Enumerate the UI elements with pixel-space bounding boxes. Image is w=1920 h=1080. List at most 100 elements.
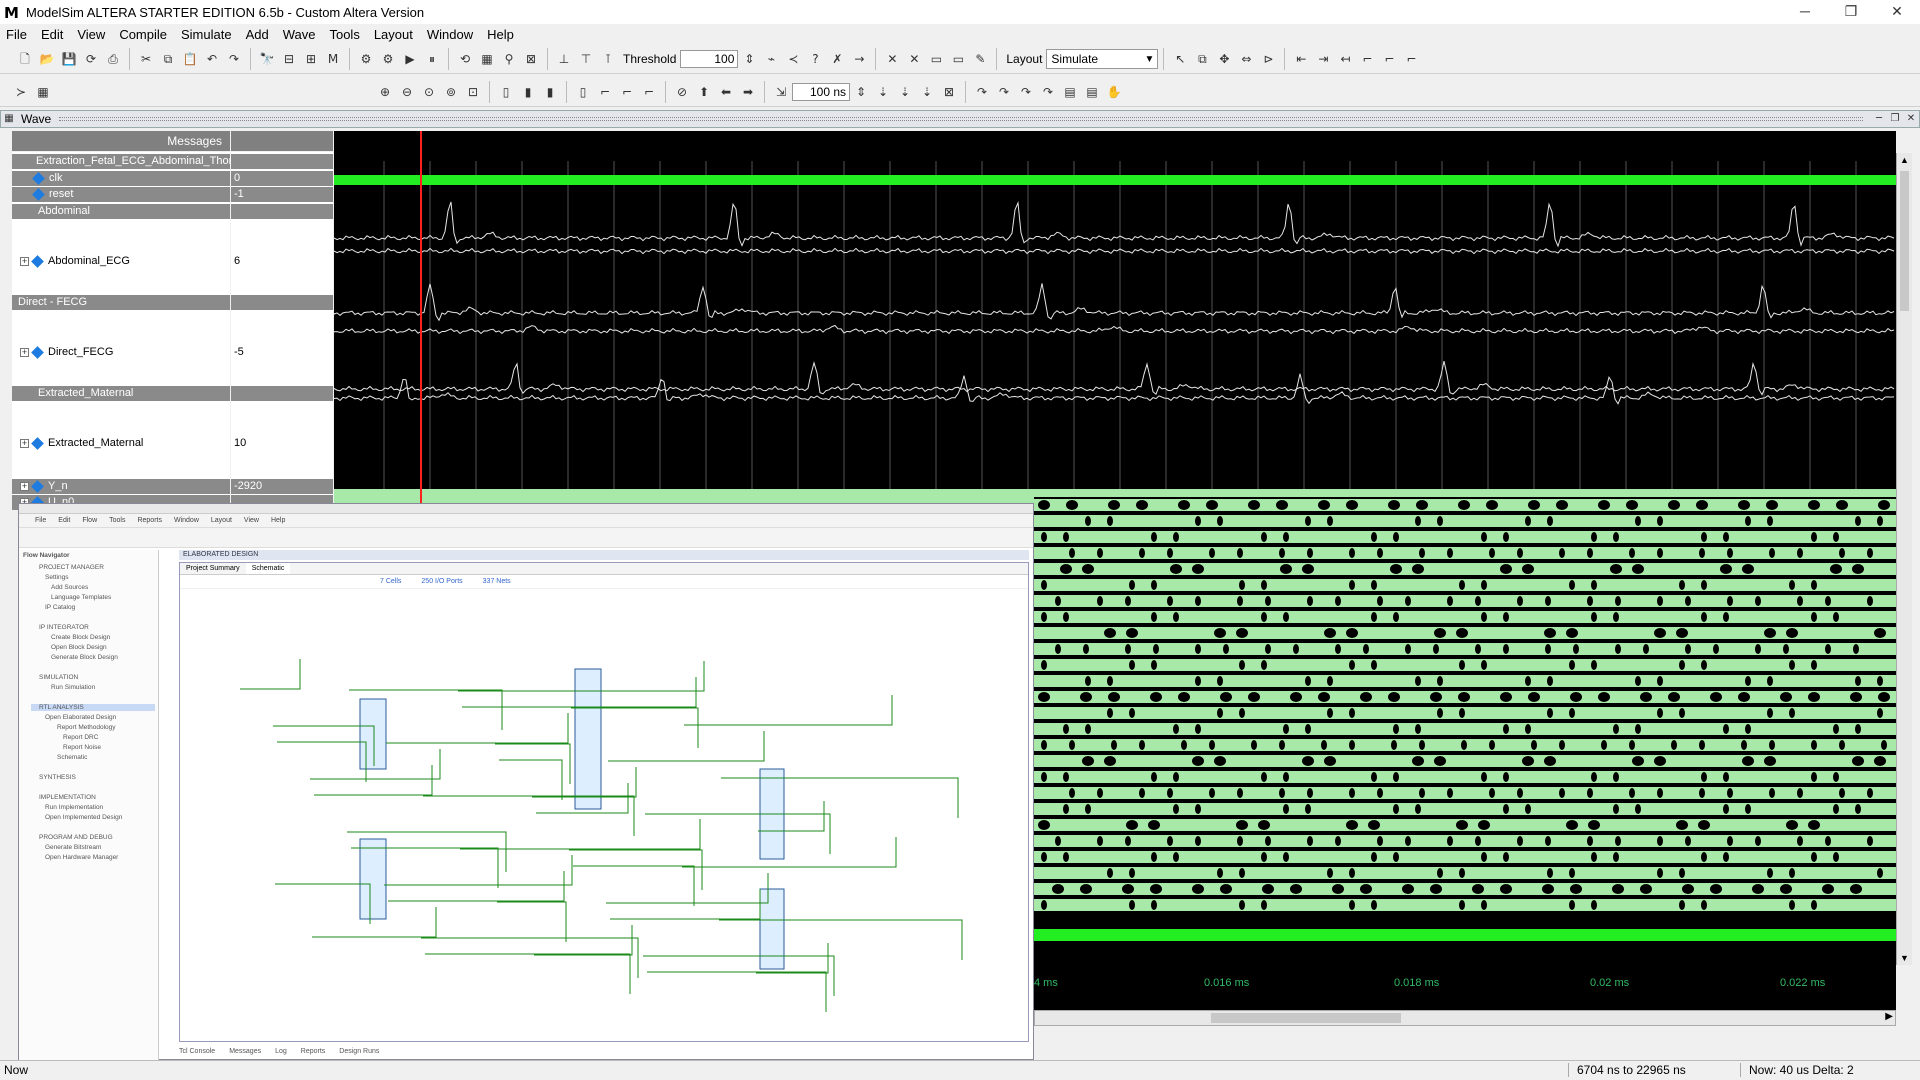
simulate-icon[interactable]: ▶ [401,50,419,68]
save-icon[interactable]: 💾 [60,50,78,68]
move-icon[interactable]: ✥ [1215,50,1233,68]
run-length-input[interactable]: 100 ns [792,82,850,101]
nav-item[interactable]: Add Sources [51,584,88,591]
edge-fall-icon[interactable]: ⊥ [555,50,573,68]
hierarchy-icon[interactable]: ⊞ [302,50,320,68]
nav-item[interactable]: Settings [45,574,69,581]
print-icon[interactable]: ⎙ [104,50,122,68]
up-arrow-icon[interactable]: ⬆ [695,83,713,101]
run-all-icon[interactable]: ⇣ [918,83,936,101]
nav-item[interactable]: IP Catalog [45,604,75,611]
scroll-down-icon[interactable]: ▼ [1900,953,1909,963]
delete-cursor-icon[interactable]: ✕ [883,50,901,68]
nav-d-icon[interactable]: ⌐ [1358,50,1376,68]
overlay-bottom-tab[interactable]: Reports [301,1048,326,1055]
menu-help[interactable]: Help [487,27,514,42]
overlay-menu-item[interactable]: Layout [211,517,232,524]
hand-icon[interactable]: ✋ [1105,83,1123,101]
signal-row-clk[interactable]: clk [12,171,230,186]
group-extracted-maternal[interactable]: Extracted_Maternal [12,386,230,401]
cross-icon[interactable]: ✗ [828,50,846,68]
group-extraction[interactable]: Extraction_Fetal_ECG_Abdominal_Thora [12,154,238,169]
nav-item[interactable]: PROGRAM AND DEBUG [39,834,113,841]
nav-item[interactable]: SYNTHESIS [39,774,76,781]
col-a-icon[interactable]: ▯ [497,83,515,101]
menu-simulate[interactable]: Simulate [181,27,232,42]
paste-icon[interactable]: 📋 [181,50,199,68]
nav-item[interactable]: Open Elaborated Design [45,714,116,721]
profile2-icon[interactable]: ▤ [1083,83,1101,101]
overlay-menu-item[interactable]: Edit [58,517,70,524]
group-direct-fecg[interactable]: Direct - FECG [12,295,230,310]
memory-icon[interactable]: M [324,50,342,68]
vertical-scrollbar[interactable]: ▲ ▼ [1896,153,1912,965]
panel-restore-icon[interactable]: ❐ [1889,113,1901,125]
nav-item[interactable]: Schematic [57,754,87,761]
restart-icon[interactable]: ⟲ [456,50,474,68]
edge-rise-icon[interactable]: ⊤ [577,50,595,68]
group-abdominal[interactable]: Abdominal [12,204,230,219]
fit-icon[interactable]: ⇔ [1237,50,1255,68]
nav-item[interactable]: RTL ANALYSIS [31,704,155,711]
nav-item[interactable]: Open Hardware Manager [45,854,118,861]
collapse-icon[interactable]: ⊟ [280,50,298,68]
overlay-schematic-view[interactable]: Project Summary Schematic 7 Cells 250 I/… [179,562,1029,1042]
nav-a-icon[interactable]: ⇤ [1292,50,1310,68]
doc2-icon[interactable]: ▭ [949,50,967,68]
menu-view[interactable]: View [77,27,105,42]
delete-all-icon[interactable]: ✕ [905,50,923,68]
break-run-icon[interactable]: ⊠ [940,83,958,101]
tool-icon[interactable]: ✎ [971,50,989,68]
undo-icon[interactable]: ↶ [203,50,221,68]
overlay-bottom-tab[interactable]: Messages [229,1048,261,1055]
redo-icon[interactable]: ↷ [225,50,243,68]
menu-compile[interactable]: Compile [119,27,167,42]
zoom-area-icon[interactable]: ⊡ [464,83,482,101]
signal-row-abdominal-ecg[interactable]: + Abdominal_ECG [12,254,130,269]
horizontal-scrollbar[interactable]: ▶ [1034,1010,1896,1026]
open-folder-icon[interactable]: 📂 [38,50,56,68]
run-spin-icon[interactable]: ⇕ [852,83,870,101]
step-into-icon[interactable]: ↷ [973,83,991,101]
next-wave-arrow-icon[interactable]: ➡ [739,83,757,101]
overlay-menu-item[interactable]: Reports [137,517,162,524]
col-c-icon[interactable]: ▮ [541,83,559,101]
grid-icon[interactable]: ▦ [478,50,496,68]
zoom-cursor-icon[interactable]: ⊚ [442,83,460,101]
reload-icon[interactable]: ⟳ [82,50,100,68]
nav-item[interactable]: Generate Block Design [51,654,118,661]
signal-row-extracted-maternal[interactable]: + Extracted_Maternal [12,436,143,451]
nav-item[interactable]: Report Methodology [57,724,116,731]
step-b-icon[interactable]: ⌐ [618,83,636,101]
overlay-bottom-tab[interactable]: Log [275,1048,287,1055]
panel-minimize-icon[interactable]: ─ [1873,113,1885,125]
edge-any-icon[interactable]: ⊺ [599,50,617,68]
menu-wave[interactable]: Wave [283,27,316,42]
nav-f-icon[interactable]: ⌐ [1402,50,1420,68]
nav-c-icon[interactable]: ↤ [1336,50,1354,68]
nav-item[interactable]: IMPLEMENTATION [39,794,96,801]
next-arrow-icon[interactable]: → [850,50,868,68]
zoom-in-icon[interactable]: ⊕ [376,83,394,101]
nav-item[interactable]: Language Templates [51,594,111,601]
nav-item[interactable]: Open Block Design [51,644,107,651]
step-c-icon[interactable]: ⌐ [640,83,658,101]
nav-b-icon[interactable]: ⇥ [1314,50,1332,68]
waveform-bus-display[interactable] [1034,497,1896,957]
expand-icon[interactable]: + [20,347,29,357]
expand-icon[interactable]: + [20,256,29,266]
nav-item[interactable]: Report DRC [63,734,98,741]
new-file-icon[interactable]: 🗋 [16,50,34,68]
menu-layout[interactable]: Layout [374,27,413,42]
question-icon[interactable]: ? [806,50,824,68]
schematic-canvas[interactable] [180,589,1026,1037]
step-a-icon[interactable]: ⌐ [596,83,614,101]
overlay-menu-item[interactable]: Flow [82,517,97,524]
nav-item[interactable]: Create Block Design [51,634,110,641]
compile-all-icon[interactable]: ⚙ [379,50,397,68]
minimize-button[interactable]: ─ [1782,0,1828,24]
menu-add[interactable]: Add [246,27,269,42]
overlay-vivado-window[interactable]: File Edit Flow Tools Reports Window Layo… [18,503,1034,1060]
nav-item[interactable]: IP INTEGRATOR [39,624,89,631]
scroll-up-icon[interactable]: ▲ [1900,155,1909,165]
